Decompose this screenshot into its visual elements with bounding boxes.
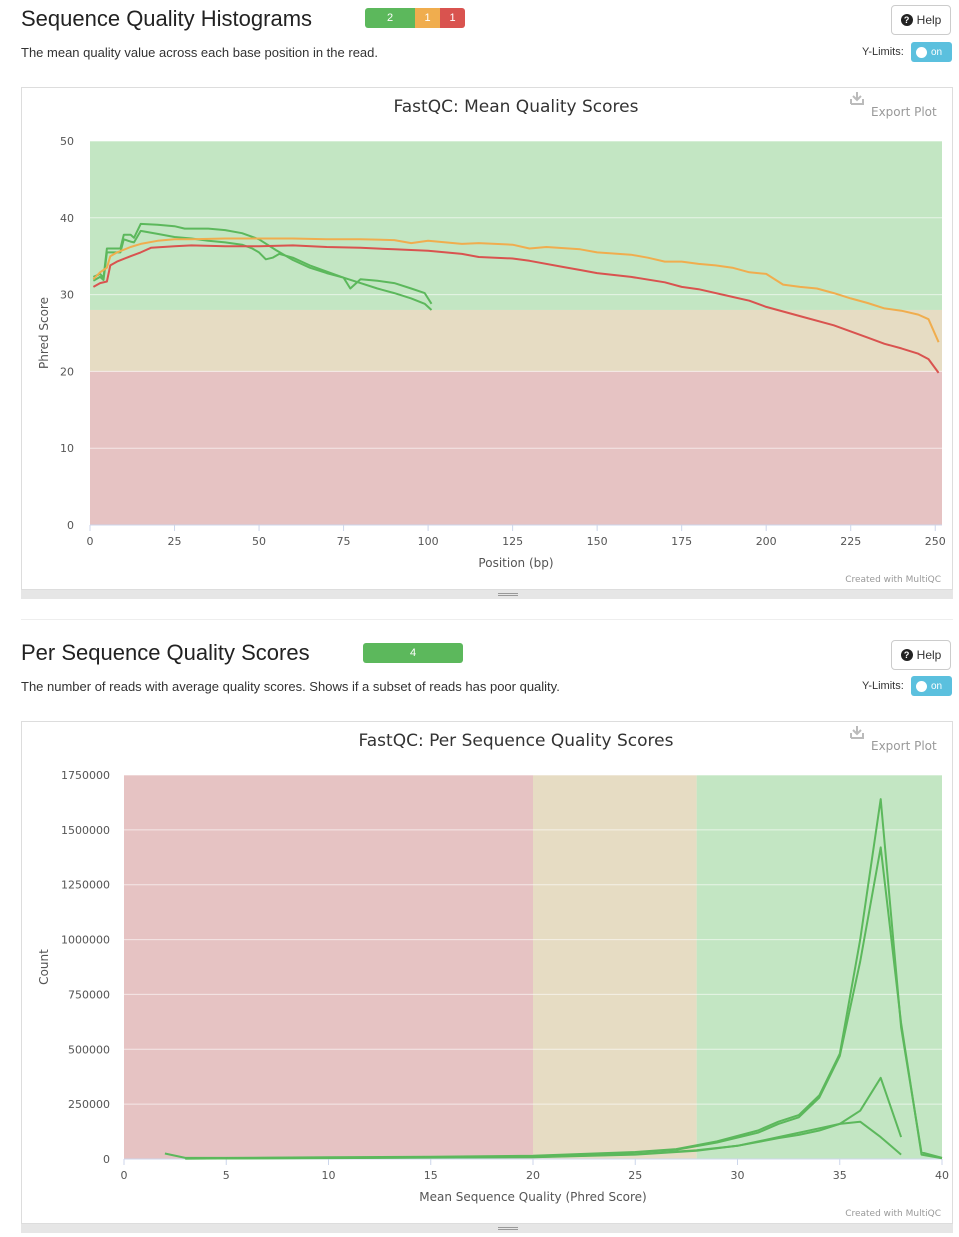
plot-resize-handle[interactable] (21, 1224, 953, 1233)
per-sequence-quality-chart[interactable]: FastQC: Per Sequence Quality Scores Expor… (22, 722, 952, 1223)
status-summary-bar[interactable]: 2 1 1 (365, 8, 465, 28)
section-per-sequence-quality: Per Sequence Quality Scores 4 ? Help The… (0, 634, 959, 1237)
download-icon (850, 726, 864, 739)
x-tick-label: 200 (756, 535, 777, 548)
y-tick-label: 50 (60, 135, 74, 148)
export-plot-button[interactable]: Export Plot (871, 739, 937, 753)
x-tick-label: 25 (168, 535, 182, 548)
help-button-label: Help (916, 648, 942, 662)
multiqc-credit: Created with MultiQC (845, 1209, 941, 1219)
x-tick-label: 10 (322, 1169, 336, 1182)
x-axis-title: Position (bp) (478, 556, 553, 570)
x-tick-label: 75 (337, 535, 351, 548)
grip-line (498, 593, 518, 594)
status-summary-bar[interactable]: 4 (363, 643, 463, 663)
y-tick-label: 500000 (68, 1043, 110, 1056)
mean-quality-chart[interactable]: FastQC: Mean Quality Scores Export Plot 0 1… (22, 88, 952, 589)
download-icon (850, 92, 864, 105)
grip-line (498, 595, 518, 596)
status-warn-count[interactable]: 1 (415, 8, 440, 28)
grip-line (498, 1229, 518, 1230)
help-button[interactable]: ? Help (891, 5, 951, 35)
help-button-label: Help (916, 13, 942, 27)
section-title: Per Sequence Quality Scores (21, 640, 310, 665)
plot-resize-handle[interactable] (21, 590, 953, 599)
x-tick-label: 225 (840, 535, 861, 548)
ylimits-label: Y-Limits: (862, 46, 904, 58)
y-tick-label: 1000000 (61, 934, 110, 947)
y-tick-label: 0 (67, 519, 74, 532)
y-tick-label: 30 (60, 289, 74, 302)
x-tick-label: 100 (418, 535, 439, 548)
y-tick-label: 1250000 (61, 879, 110, 892)
section-title: Sequence Quality Histograms (21, 6, 313, 31)
chart-title: FastQC: Per Sequence Quality Scores (359, 731, 674, 751)
ylimits-label: Y-Limits: (862, 680, 904, 692)
x-tick-label: 25 (628, 1169, 642, 1182)
question-circle-icon: ? (900, 649, 913, 661)
x-tick-label: 175 (671, 535, 692, 548)
quality-band (533, 775, 697, 1159)
x-tick-label: 250 (925, 535, 946, 548)
export-plot-button[interactable]: Export Plot (871, 105, 937, 119)
toggle-knob-icon (916, 46, 927, 58)
section-description: The number of reads with average quality… (21, 679, 560, 694)
x-tick-label: 20 (526, 1169, 540, 1182)
x-axis-title: Mean Sequence Quality (Phred Score) (419, 1190, 647, 1204)
x-tick-label: 0 (121, 1169, 128, 1182)
x-tick-label: 30 (731, 1169, 745, 1182)
x-tick-label: 50 (252, 535, 266, 548)
chart-title: FastQC: Mean Quality Scores (394, 97, 639, 117)
y-tick-label: 20 (60, 365, 74, 378)
question-circle-icon: ? (900, 14, 913, 26)
toggle-label: on (931, 46, 943, 58)
y-tick-label: 40 (60, 212, 74, 225)
y-tick-label: 250000 (68, 1098, 110, 1111)
x-tick-label: 150 (587, 535, 608, 548)
y-tick-label: 10 (60, 442, 74, 455)
plot-container: FastQC: Per Sequence Quality Scores Expor… (21, 721, 953, 1224)
y-tick-label: 750000 (68, 988, 110, 1001)
x-tick-label: 0 (87, 535, 94, 548)
multiqc-credit: Created with MultiQC (845, 575, 941, 585)
section-divider (21, 619, 953, 620)
y-axis-title: Count (37, 949, 51, 985)
help-button[interactable]: ? Help (891, 640, 951, 670)
x-tick-label: 125 (502, 535, 523, 548)
ylimits-toggle[interactable]: on (911, 42, 952, 62)
x-tick-label: 35 (833, 1169, 847, 1182)
toggle-knob-icon (916, 680, 927, 692)
ylimits-toggle[interactable]: on (911, 676, 952, 696)
status-pass-count[interactable]: 4 (363, 643, 463, 663)
toggle-label: on (931, 680, 943, 692)
section-description: The mean quality value across each base … (21, 45, 378, 60)
y-tick-label: 1750000 (61, 769, 110, 782)
quality-band (696, 775, 942, 1159)
y-tick-label: 0 (103, 1153, 110, 1166)
x-tick-label: 40 (935, 1169, 949, 1182)
x-tick-label: 15 (424, 1169, 438, 1182)
y-axis-title: Phred Score (37, 297, 51, 369)
status-pass-count[interactable]: 2 (365, 8, 415, 28)
x-tick-label: 5 (223, 1169, 230, 1182)
grip-line (498, 1227, 518, 1228)
quality-band (90, 141, 942, 310)
status-fail-count[interactable]: 1 (440, 8, 465, 28)
plot-container: FastQC: Mean Quality Scores Export Plot 0 1… (21, 87, 953, 590)
section-sequence-quality-histograms: Sequence Quality Histograms 2 1 1 ? Help… (0, 0, 959, 600)
quality-band (124, 775, 533, 1159)
y-tick-label: 1500000 (61, 824, 110, 837)
